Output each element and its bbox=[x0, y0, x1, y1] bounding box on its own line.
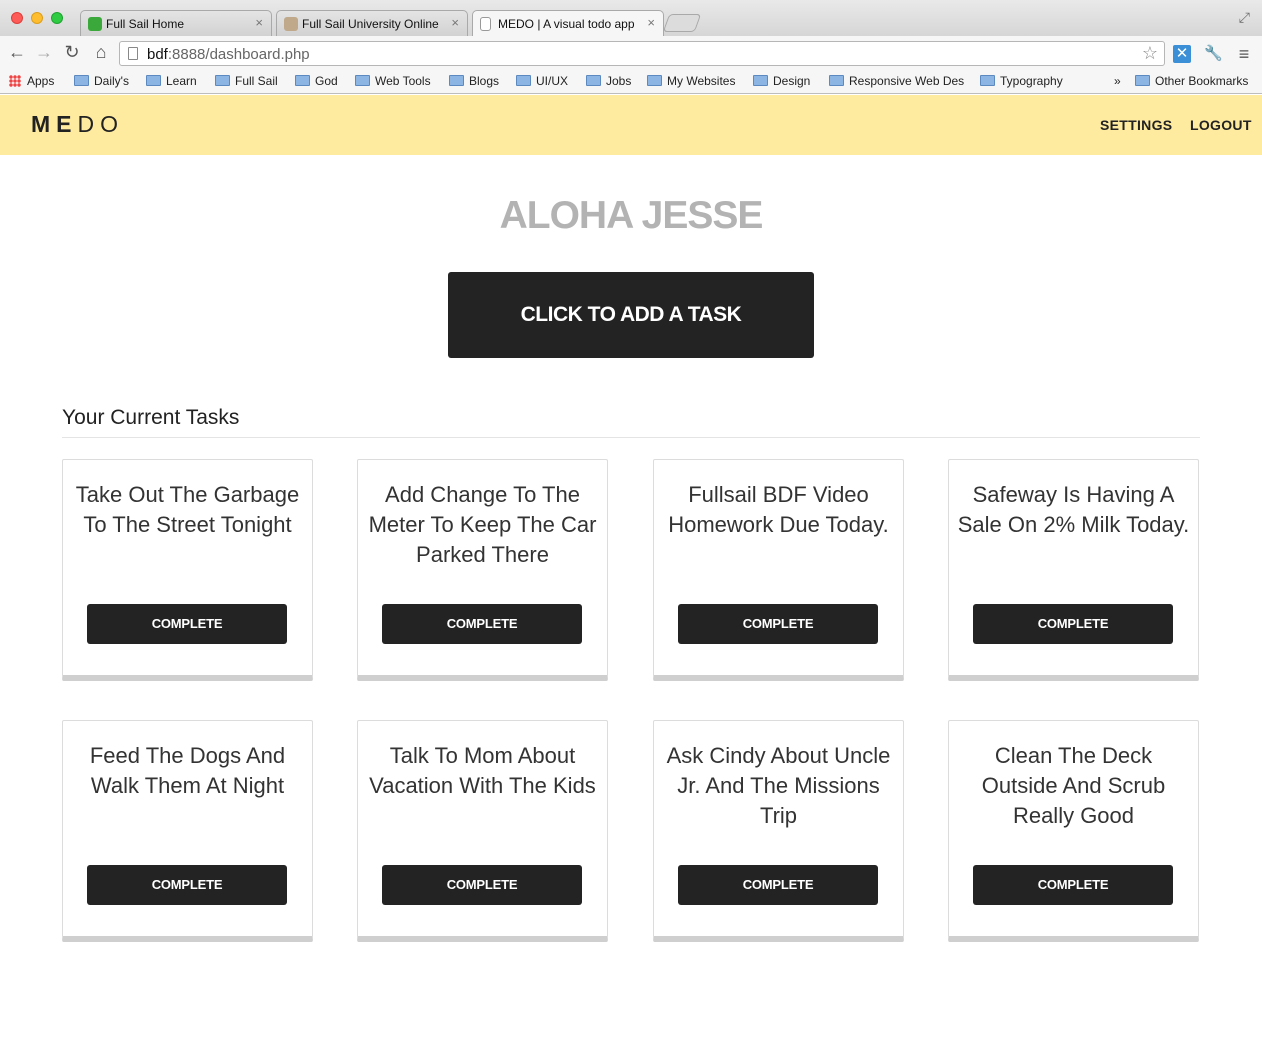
complete-button[interactable]: COMPLETE bbox=[678, 865, 878, 905]
task-text: Safeway Is Having A Sale On 2% Milk Toda… bbox=[957, 482, 1190, 537]
task-card: Ask Cindy About Uncle Jr. And The Missio… bbox=[653, 720, 904, 942]
task-text: Clean The Deck Outside And Scrub Really … bbox=[981, 743, 1166, 828]
fullsail-online-icon bbox=[284, 17, 298, 31]
task-card: Safeway Is Having A Sale On 2% Milk Toda… bbox=[948, 459, 1199, 681]
folder-icon bbox=[1135, 75, 1150, 86]
tab-title: Full Sail Home bbox=[106, 17, 185, 31]
url-text: bdf:8888/dashboard.php bbox=[147, 46, 310, 63]
page-icon bbox=[480, 17, 491, 31]
bookmark-folder[interactable]: Responsive Web Des bbox=[829, 74, 965, 88]
task-text: Add Change To The Meter To Keep The Car … bbox=[368, 482, 597, 567]
bookmark-folder[interactable]: Full Sail bbox=[215, 74, 278, 88]
fullscreen-icon[interactable]: ⤢ bbox=[1239, 9, 1250, 26]
folder-icon bbox=[74, 75, 89, 86]
fullsail-icon bbox=[88, 17, 102, 31]
app-header: MEDO SETTINGS LOGOUT bbox=[0, 95, 1262, 155]
add-task-button[interactable]: CLICK TO ADD A TASK bbox=[448, 272, 814, 358]
greeting-heading: ALOHA JESSE bbox=[499, 194, 764, 237]
bookmark-folder[interactable]: Design bbox=[753, 74, 810, 88]
divider bbox=[62, 437, 1200, 438]
section-title: Your Current Tasks bbox=[62, 406, 240, 429]
medo-logo[interactable]: MEDO bbox=[31, 111, 124, 138]
complete-button[interactable]: COMPLETE bbox=[87, 604, 287, 644]
folder-icon bbox=[980, 75, 995, 86]
close-tab-icon[interactable]: × bbox=[451, 15, 459, 30]
complete-button[interactable]: COMPLETE bbox=[973, 865, 1173, 905]
bookmark-folder[interactable]: Blogs bbox=[449, 74, 499, 88]
bookmark-star-icon[interactable]: ☆ bbox=[1142, 43, 1158, 64]
folder-icon bbox=[295, 75, 310, 86]
complete-button[interactable]: COMPLETE bbox=[678, 604, 878, 644]
menu-icon[interactable]: ≡ bbox=[1235, 45, 1253, 63]
bookmark-folder[interactable]: Daily's bbox=[74, 74, 129, 88]
folder-icon bbox=[449, 75, 464, 86]
new-tab-button[interactable] bbox=[662, 14, 702, 32]
task-text: Feed The Dogs And Walk Them At Night bbox=[89, 743, 286, 798]
minimize-window-button[interactable] bbox=[31, 12, 43, 24]
task-card: Add Change To The Meter To Keep The Car … bbox=[357, 459, 608, 681]
wrench-icon[interactable]: 🔧 bbox=[1204, 45, 1223, 63]
logout-link[interactable]: LOGOUT bbox=[1190, 117, 1252, 133]
browser-tab[interactable]: Full Sail Home × bbox=[80, 10, 272, 36]
task-card: Fullsail BDF Video Homework Due Today. C… bbox=[653, 459, 904, 681]
task-card: Clean The Deck Outside And Scrub Really … bbox=[948, 720, 1199, 942]
task-card: Take Out The Garbage To The Street Tonig… bbox=[62, 459, 313, 681]
browser-tab[interactable]: Full Sail University Online × bbox=[276, 10, 468, 36]
back-icon[interactable]: ← bbox=[7, 42, 27, 63]
folder-icon bbox=[355, 75, 370, 86]
page-icon bbox=[128, 47, 138, 60]
folder-icon bbox=[647, 75, 662, 86]
task-text: Ask Cindy About Uncle Jr. And The Missio… bbox=[666, 743, 891, 828]
complete-button[interactable]: COMPLETE bbox=[973, 604, 1173, 644]
apps-grid-icon bbox=[9, 75, 21, 87]
task-card: Talk To Mom About Vacation With The Kids… bbox=[357, 720, 608, 942]
zoom-window-button[interactable] bbox=[51, 12, 63, 24]
bookmark-folder[interactable]: Jobs bbox=[586, 74, 631, 88]
bookmark-folder[interactable]: UI/UX bbox=[516, 74, 568, 88]
task-card: Feed The Dogs And Walk Them At Night COM… bbox=[62, 720, 313, 942]
folder-icon bbox=[516, 75, 531, 86]
complete-button[interactable]: COMPLETE bbox=[382, 604, 582, 644]
task-text: Take Out The Garbage To The Street Tonig… bbox=[75, 482, 300, 537]
bookmark-folder[interactable]: God bbox=[295, 74, 338, 88]
bookmark-folder[interactable]: Learn bbox=[146, 74, 197, 88]
bookmark-folder[interactable]: Typography bbox=[980, 74, 1063, 88]
folder-icon bbox=[753, 75, 768, 86]
task-text: Fullsail BDF Video Homework Due Today. bbox=[668, 482, 889, 537]
folder-icon bbox=[146, 75, 161, 86]
folder-icon bbox=[829, 75, 844, 86]
forward-icon[interactable]: → bbox=[34, 42, 54, 63]
tab-title: Full Sail University Online bbox=[302, 17, 439, 31]
home-icon[interactable]: ⌂ bbox=[91, 42, 111, 63]
extension-icon[interactable]: ✕ bbox=[1173, 45, 1191, 63]
close-tab-icon[interactable]: × bbox=[647, 15, 655, 30]
reload-icon[interactable]: ↻ bbox=[62, 42, 82, 63]
address-bar[interactable]: bdf:8888/dashboard.php ☆ bbox=[119, 41, 1165, 66]
folder-icon bbox=[215, 75, 230, 86]
bookmark-folder[interactable]: My Websites bbox=[647, 74, 735, 88]
close-tab-icon[interactable]: × bbox=[255, 15, 263, 30]
browser-tab-strip: Full Sail Home × Full Sail University On… bbox=[0, 0, 1262, 36]
bookmark-folder[interactable]: Other Bookmarks bbox=[1135, 74, 1248, 88]
settings-link[interactable]: SETTINGS bbox=[1100, 117, 1172, 133]
bookmarks-bar: Apps Daily's Learn Full Sail God Web Too… bbox=[0, 70, 1262, 94]
close-window-button[interactable] bbox=[11, 12, 23, 24]
tab-title: MEDO | A visual todo app bbox=[498, 17, 635, 31]
bookmark-apps[interactable]: Apps bbox=[9, 74, 54, 88]
folder-icon bbox=[586, 75, 601, 86]
browser-tab-active[interactable]: MEDO | A visual todo app × bbox=[472, 10, 664, 36]
complete-button[interactable]: COMPLETE bbox=[382, 865, 582, 905]
task-text: Talk To Mom About Vacation With The Kids bbox=[369, 743, 596, 798]
bookmarks-overflow-chevron[interactable]: » bbox=[1114, 74, 1121, 88]
bookmark-folder[interactable]: Web Tools bbox=[355, 74, 431, 88]
complete-button[interactable]: COMPLETE bbox=[87, 865, 287, 905]
